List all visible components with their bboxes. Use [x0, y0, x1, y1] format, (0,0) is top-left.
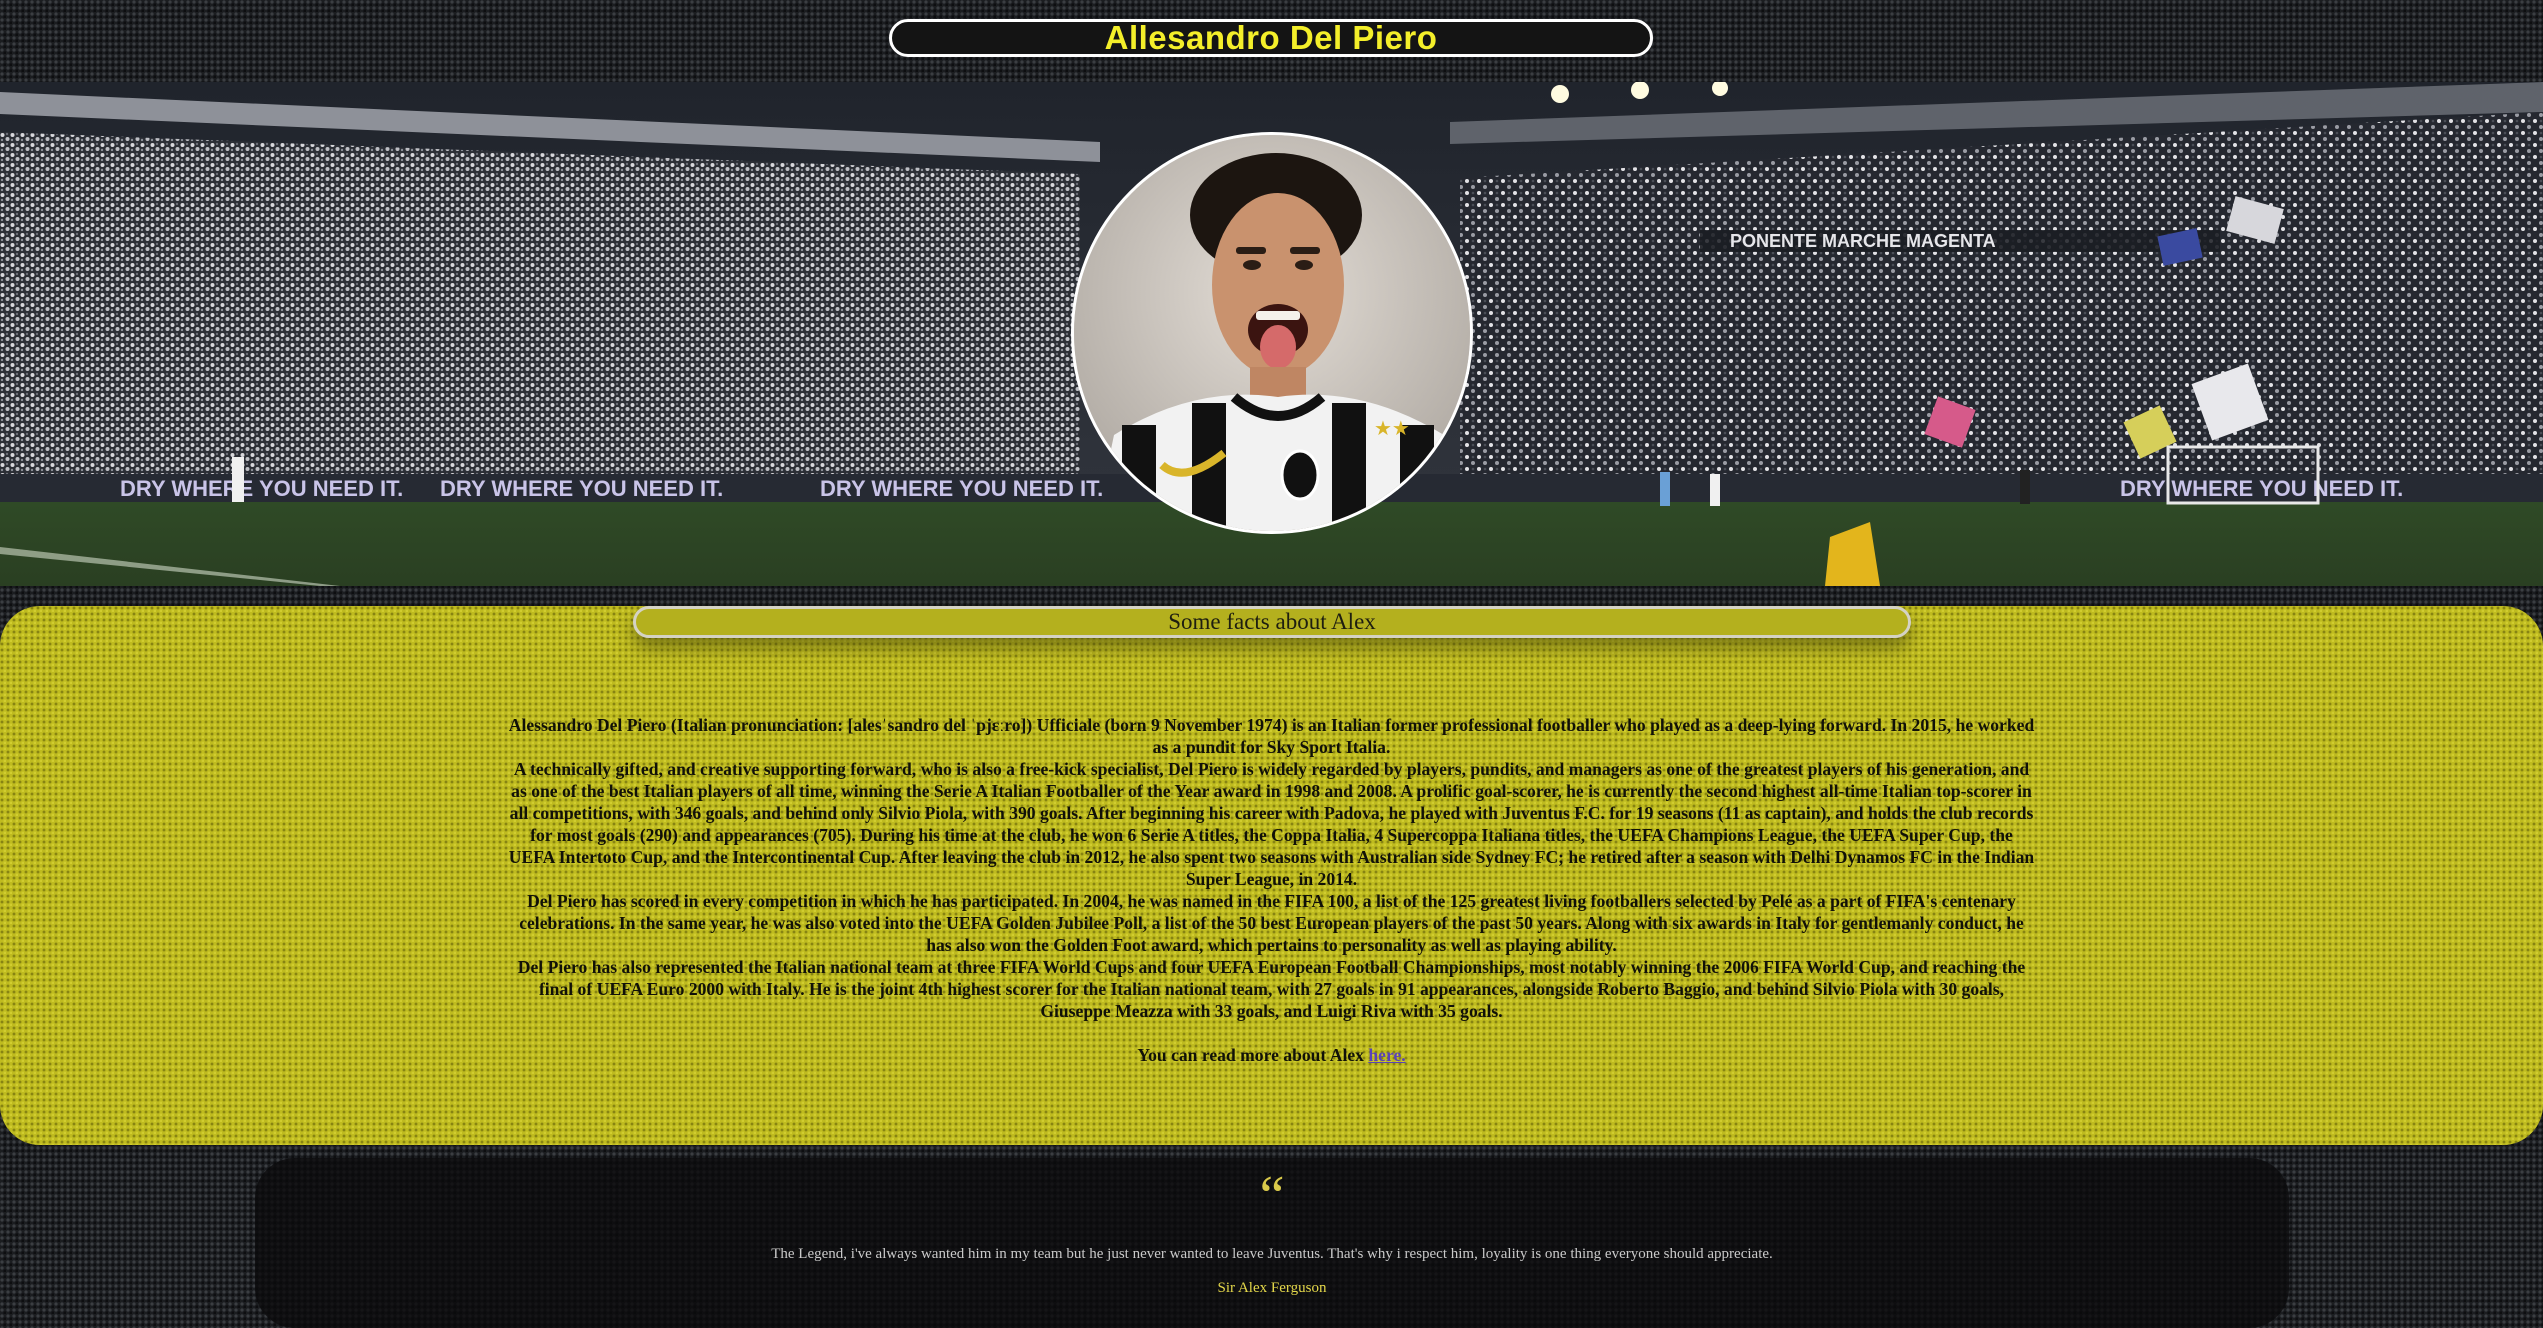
ad-board-text: DRY WHERE YOU NEED IT.: [120, 476, 403, 501]
ad-board-text: DRY WHERE YOU NEED IT.: [2120, 476, 2403, 501]
read-more-text: You can read more about Alex: [1137, 1045, 1369, 1065]
quote-text: The Legend, i've always wanted him in my…: [771, 1246, 1773, 1262]
facts-paragraph: A technically gifted, and creative suppo…: [508, 759, 2035, 889]
player-avatar: ★★: [1071, 132, 1473, 534]
facts-paragraph: Del Piero has also represented the Itali…: [517, 957, 2026, 1021]
page-title-box: Allesandro Del Piero: [889, 19, 1653, 57]
page-title: Allesandro Del Piero: [1104, 19, 1438, 56]
read-more-line: You can read more about Alex here.: [505, 1044, 2038, 1066]
facts-paragraph: Alessandro Del Piero (Italian pronunciat…: [508, 715, 2035, 757]
quote-author: Sir Alex Ferguson: [1217, 1280, 1327, 1296]
ad-board-text: DRY WHERE YOU NEED IT.: [440, 476, 723, 501]
ad-board-text: DRY WHERE YOU NEED IT.: [820, 476, 1103, 501]
stand-sign-text: PONENTE MARCHE MAGENTA: [1730, 231, 1996, 251]
facts-body: Alessandro Del Piero (Italian pronunciat…: [505, 714, 2038, 1066]
quote-panel: “ The Legend, i've always wanted him in …: [255, 1158, 2289, 1328]
facts-panel: Some facts about Alex Alessandro Del Pie…: [0, 606, 2543, 1145]
read-more-link[interactable]: here.: [1368, 1045, 1405, 1065]
facts-paragraph: Del Piero has scored in every competitio…: [519, 891, 2024, 955]
svg-text:★★: ★★: [1374, 416, 1410, 440]
quote-mark-icon: “: [1259, 1165, 1285, 1227]
facts-heading: Some facts about Alex: [633, 606, 1911, 638]
